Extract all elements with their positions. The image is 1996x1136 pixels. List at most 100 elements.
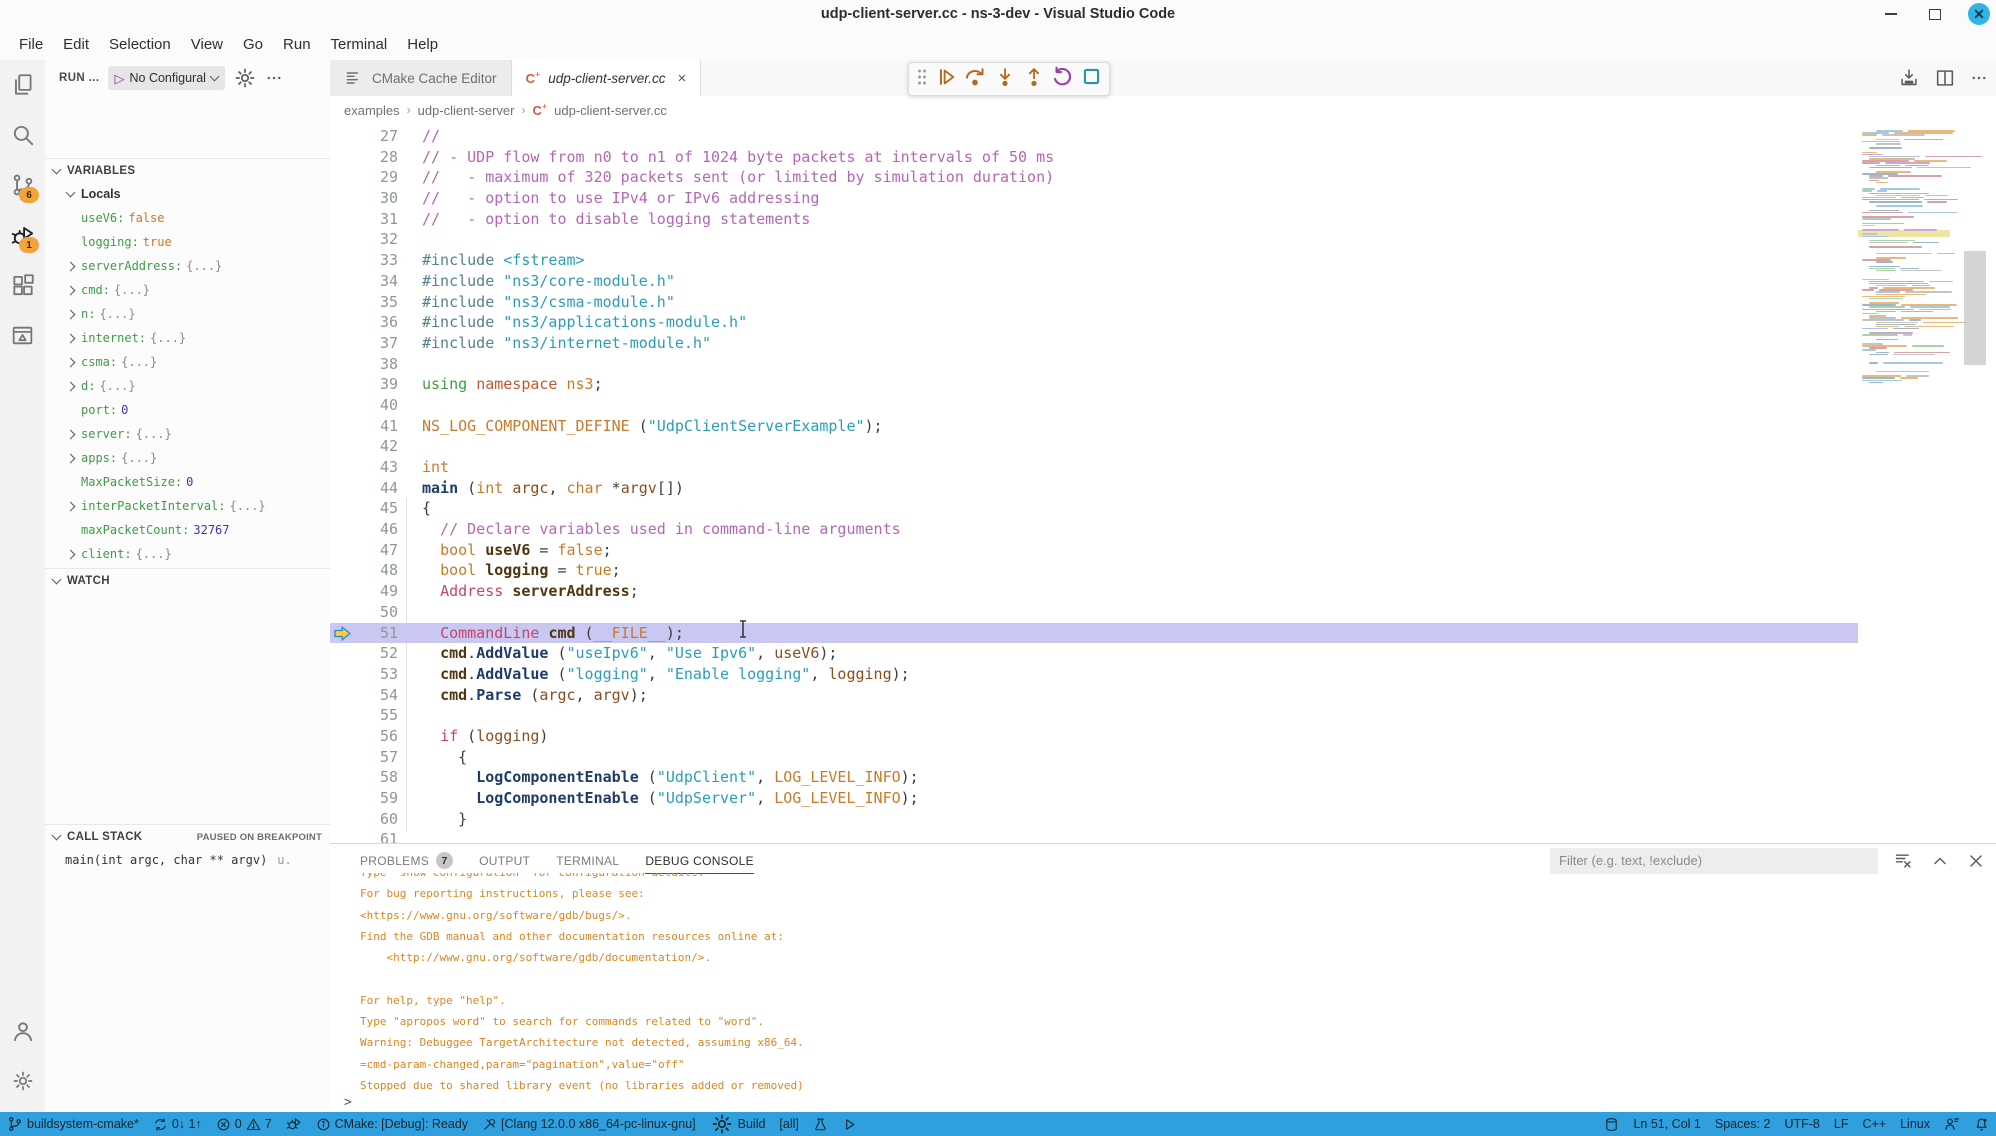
- status-clang-12-0-0-x86-64-pc-linux-gnu[interactable]: [Clang 12.0.0 x86_64-pc-linux-gnu]: [475, 1112, 703, 1136]
- line-number[interactable]: 60: [330, 809, 416, 830]
- variable-row[interactable]: d: {...}: [45, 374, 330, 398]
- line-number[interactable]: 35: [330, 292, 416, 313]
- status-debug-alt[interactable]: [279, 1112, 309, 1136]
- variable-row[interactable]: interPacketInterval: {...}: [45, 494, 330, 518]
- line-number[interactable]: 56: [330, 726, 416, 747]
- line-number[interactable]: 30: [330, 188, 416, 209]
- status-lf[interactable]: LF: [1827, 1112, 1856, 1136]
- menu-item-help[interactable]: Help: [398, 33, 447, 56]
- line-number[interactable]: 45: [330, 498, 416, 519]
- menu-item-file[interactable]: File: [10, 33, 52, 56]
- line-number[interactable]: 27: [330, 126, 416, 147]
- activity-account[interactable]: [0, 1006, 45, 1056]
- status-0[interactable]: 07: [209, 1112, 279, 1136]
- status-utf-8[interactable]: UTF-8: [1777, 1112, 1826, 1136]
- line-number[interactable]: 39: [330, 374, 416, 395]
- line-number[interactable]: 59: [330, 788, 416, 809]
- status-linux[interactable]: Linux: [1893, 1112, 1937, 1136]
- line-number[interactable]: 37: [330, 333, 416, 354]
- line-number[interactable]: 55: [330, 705, 416, 726]
- minimize-icon[interactable]: [1880, 3, 1902, 25]
- status-all[interactable]: [all]: [772, 1112, 805, 1136]
- status-cmake-debug-ready[interactable]: CMake: [Debug]: Ready: [309, 1112, 475, 1136]
- line-number[interactable]: 43: [330, 457, 416, 478]
- variable-row[interactable]: internet: {...}: [45, 326, 330, 350]
- menu-item-terminal[interactable]: Terminal: [322, 33, 397, 56]
- activity-debug[interactable]: 1: [0, 210, 45, 260]
- restore-icon[interactable]: [1924, 3, 1946, 25]
- variable-row[interactable]: client: {...}: [45, 542, 330, 566]
- menu-item-view[interactable]: View: [182, 33, 232, 56]
- debug-continue[interactable]: [935, 66, 957, 93]
- status-beaker[interactable]: [806, 1112, 835, 1136]
- gear-icon[interactable]: [233, 66, 257, 90]
- variables-section-header[interactable]: VARIABLES: [45, 158, 330, 183]
- line-number[interactable]: 38: [330, 354, 416, 375]
- variable-row[interactable]: maxPacketCount: 32767: [45, 518, 330, 542]
- editor-scrollbar[interactable]: [1964, 251, 1986, 365]
- status-ln-51-col-1[interactable]: Ln 51, Col 1: [1626, 1112, 1707, 1136]
- minimap[interactable]: [1858, 126, 1950, 396]
- menu-item-run[interactable]: Run: [274, 33, 320, 56]
- line-number[interactable]: 28: [330, 147, 416, 168]
- line-number[interactable]: 47: [330, 540, 416, 561]
- close-icon[interactable]: ✕: [1968, 3, 1990, 25]
- console-prompt[interactable]: >: [344, 1095, 352, 1110]
- line-number[interactable]: 61: [330, 829, 416, 843]
- line-number[interactable]: 29: [330, 167, 416, 188]
- split-editor-icon[interactable]: [1934, 67, 1956, 89]
- status-buildsystem-cmake[interactable]: buildsystem-cmake*: [0, 1112, 146, 1136]
- variable-row[interactable]: cmd: {...}: [45, 278, 330, 302]
- status-build[interactable]: Build: [703, 1112, 773, 1136]
- close-icon[interactable]: ×: [678, 71, 687, 86]
- variable-row[interactable]: serverAddress: {...}: [45, 254, 330, 278]
- line-number[interactable]: 32: [330, 229, 416, 250]
- line-number[interactable]: 52: [330, 643, 416, 664]
- activity-cmake-panel[interactable]: [0, 310, 45, 360]
- activity-extensions[interactable]: [0, 260, 45, 310]
- line-number[interactable]: 50: [330, 602, 416, 623]
- variable-row[interactable]: MaxPacketSize: 0: [45, 470, 330, 494]
- activity-gear[interactable]: [0, 1056, 45, 1106]
- line-number[interactable]: 44: [330, 478, 416, 499]
- debug-step-out[interactable]: [1023, 66, 1045, 93]
- variable-row[interactable]: port: 0: [45, 398, 330, 422]
- debug-step-into[interactable]: [994, 66, 1016, 93]
- variable-row[interactable]: useV6: false: [45, 206, 330, 230]
- call-stack-frame[interactable]: main(int argc, char ** argv) u.: [45, 848, 330, 872]
- status-database[interactable]: [1597, 1112, 1626, 1136]
- scope-locals[interactable]: Locals: [45, 182, 330, 206]
- debug-config-dropdown[interactable]: ▷ No Configural: [108, 66, 225, 90]
- variable-row[interactable]: logging: true: [45, 230, 330, 254]
- collapse-panel-icon[interactable]: [1930, 851, 1950, 871]
- clear-console-icon[interactable]: [1894, 851, 1914, 871]
- debug-stop[interactable]: [1081, 66, 1102, 92]
- line-number[interactable]: 46: [330, 519, 416, 540]
- code-editor[interactable]: 27//28// - UDP flow from n0 to n1 of 102…: [330, 124, 1858, 843]
- call-stack-section-header[interactable]: CALL STACK PAUSED ON BREAKPOINT: [45, 824, 330, 849]
- debug-step-over[interactable]: [963, 65, 987, 94]
- console-filter-input[interactable]: [1550, 848, 1878, 874]
- variable-row[interactable]: apps: {...}: [45, 446, 330, 470]
- tray-arrow-icon[interactable]: [1898, 67, 1920, 89]
- variable-row[interactable]: n: {...}: [45, 302, 330, 326]
- line-number[interactable]: 58: [330, 767, 416, 788]
- more-actions-icon[interactable]: [1970, 69, 1988, 87]
- status-play-outline[interactable]: [835, 1112, 864, 1136]
- menu-item-selection[interactable]: Selection: [100, 33, 180, 56]
- line-number[interactable]: 42: [330, 436, 416, 457]
- activity-source-control[interactable]: 6: [0, 160, 45, 210]
- line-number[interactable]: 40: [330, 395, 416, 416]
- tab-udp-client-server-cc[interactable]: C+udp-client-server.cc×: [512, 60, 702, 96]
- watch-section-header[interactable]: WATCH: [45, 568, 330, 593]
- line-number[interactable]: 48: [330, 560, 416, 581]
- line-number[interactable]: 57: [330, 747, 416, 768]
- status-feedback[interactable]: [1937, 1112, 1967, 1136]
- variable-row[interactable]: csma: {...}: [45, 350, 330, 374]
- menu-item-edit[interactable]: Edit: [54, 33, 98, 56]
- line-number[interactable]: 54: [330, 685, 416, 706]
- close-panel-icon[interactable]: [1966, 851, 1986, 871]
- breadcrumb-item[interactable]: udp-client-server.cc: [554, 103, 667, 118]
- line-number[interactable]: 34: [330, 271, 416, 292]
- line-number[interactable]: 33: [330, 250, 416, 271]
